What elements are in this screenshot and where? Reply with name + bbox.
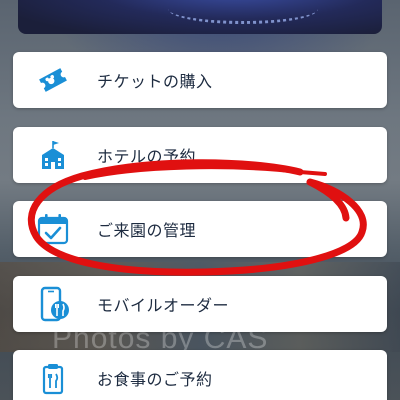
menu-item-label: ホテルの予約	[97, 147, 197, 166]
menu-item-ticket-purchase[interactable]: チケットの購入	[13, 52, 387, 108]
menu-item-label: ご来園の管理	[97, 221, 197, 240]
dining-reservation-icon	[31, 356, 75, 400]
menu-item-label: モバイルオーダー	[97, 296, 230, 315]
ticket-icon	[31, 58, 75, 102]
hotel-icon	[31, 133, 75, 177]
hero-lights	[168, 0, 318, 24]
hero-image[interactable]	[18, 0, 382, 34]
menu-item-manage-visit[interactable]: ご来園の管理	[13, 201, 387, 257]
menu-item-mobile-order[interactable]: モバイルオーダー	[13, 276, 387, 332]
menu-item-label: チケットの購入	[97, 72, 213, 91]
menu-item-dining-reservation[interactable]: お食事のご予約	[13, 350, 387, 400]
menu-item-hotel-reservation[interactable]: ホテルの予約	[13, 127, 387, 183]
calendar-check-icon	[31, 207, 75, 251]
mobile-order-icon	[31, 282, 75, 326]
menu-item-label: お食事のご予約	[97, 370, 213, 389]
